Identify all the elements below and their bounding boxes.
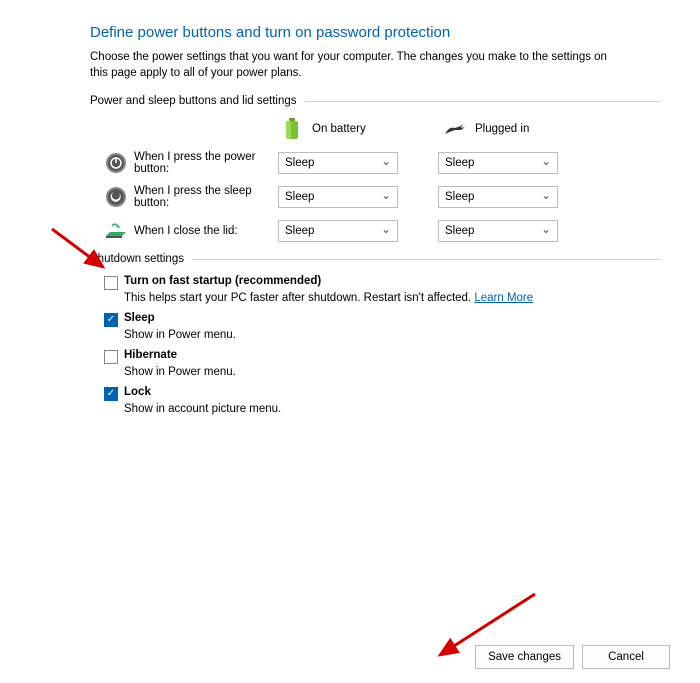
lid-icon bbox=[104, 219, 128, 243]
checkbox-hibernate[interactable] bbox=[104, 350, 118, 364]
divider bbox=[192, 259, 660, 260]
label-hibernate: Hibernate bbox=[118, 349, 177, 361]
row-power-button: When I press the power button: Sleep Sle… bbox=[90, 151, 660, 175]
sub-lock: Show in account picture menu. bbox=[104, 403, 660, 415]
plug-icon bbox=[443, 117, 467, 141]
select-power-button-battery[interactable]: Sleep bbox=[278, 152, 398, 174]
learn-more-link[interactable]: Learn More bbox=[474, 292, 533, 304]
sub-sleep: Show in Power menu. bbox=[104, 329, 660, 341]
battery-icon bbox=[280, 117, 304, 141]
power-button-icon bbox=[104, 151, 128, 175]
checkbox-sleep[interactable]: ✓ bbox=[104, 313, 118, 327]
section-shutdown-label: Shutdown settings bbox=[90, 253, 192, 265]
cancel-button[interactable]: Cancel bbox=[582, 645, 670, 669]
select-power-button-plugged[interactable]: Sleep bbox=[438, 152, 558, 174]
column-header-battery: On battery bbox=[312, 123, 366, 135]
column-header-plugged: Plugged in bbox=[475, 123, 529, 135]
label-lock: Lock bbox=[118, 386, 151, 398]
label-fast-startup: Turn on fast startup (recommended) bbox=[118, 275, 321, 287]
sub-fast-startup: This helps start your PC faster after sh… bbox=[104, 292, 660, 304]
save-changes-button[interactable]: Save changes bbox=[475, 645, 574, 669]
row-sleep-button: When I press the sleep button: Sleep Sle… bbox=[90, 185, 660, 209]
sleep-button-icon bbox=[104, 185, 128, 209]
divider bbox=[305, 101, 661, 102]
checkbox-lock[interactable]: ✓ bbox=[104, 387, 118, 401]
section-power-sleep-label: Power and sleep buttons and lid settings bbox=[90, 95, 305, 107]
select-sleep-button-plugged[interactable]: Sleep bbox=[438, 186, 558, 208]
select-close-lid-battery[interactable]: Sleep bbox=[278, 220, 398, 242]
page-description: Choose the power settings that you want … bbox=[90, 49, 610, 81]
checkbox-fast-startup[interactable] bbox=[104, 276, 118, 290]
page-title: Define power buttons and turn on passwor… bbox=[90, 24, 660, 41]
row-close-lid-label: When I close the lid: bbox=[128, 225, 278, 237]
row-close-lid: When I close the lid: Sleep Sleep bbox=[90, 219, 660, 243]
select-sleep-button-battery[interactable]: Sleep bbox=[278, 186, 398, 208]
row-power-button-label: When I press the power button: bbox=[128, 151, 278, 175]
label-sleep: Sleep bbox=[118, 312, 155, 324]
sub-hibernate: Show in Power menu. bbox=[104, 366, 660, 378]
select-close-lid-plugged[interactable]: Sleep bbox=[438, 220, 558, 242]
row-sleep-button-label: When I press the sleep button: bbox=[128, 185, 278, 209]
